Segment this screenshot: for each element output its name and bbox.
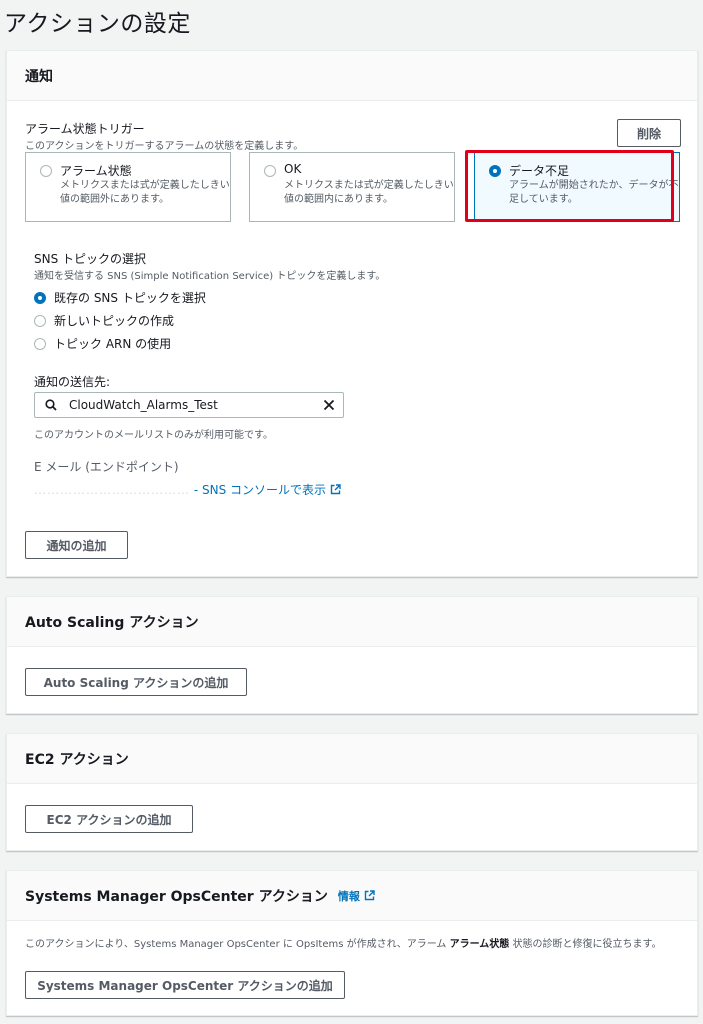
- sns-option-existing[interactable]: 既存の SNS トピックを選択: [34, 289, 206, 306]
- sns-radio-existing[interactable]: [34, 291, 46, 304]
- delete-button[interactable]: 削除: [617, 119, 681, 147]
- autoscaling-panel-title: Auto Scaling アクション: [25, 614, 199, 631]
- sns-option-new[interactable]: 新しいトピックの作成: [34, 312, 174, 329]
- ec2-panel: EC2 アクション EC2 アクションの追加: [6, 733, 698, 851]
- sns-topic-label: SNS トピックの選択: [34, 252, 147, 266]
- send-to-value: CloudWatch_Alarms_Test: [69, 398, 218, 412]
- sns-topic-desc: 通知を受信する SNS (Simple Notification Service…: [34, 271, 386, 282]
- ec2-panel-title: EC2 アクション: [25, 751, 129, 768]
- add-autoscaling-action-button[interactable]: Auto Scaling アクションの追加: [25, 668, 247, 696]
- info-link[interactable]: 情報: [338, 888, 360, 904]
- state-card-desc: メトリクスまたは式が定義したしきい値の範囲内にあります。: [284, 180, 454, 205]
- ec2-panel-header: EC2 アクション: [7, 734, 697, 784]
- send-to-label: 通知の送信先:: [34, 375, 111, 389]
- external-link-icon: [330, 484, 341, 495]
- alarm-state-trigger-label: アラーム状態トリガー: [25, 122, 145, 136]
- state-card-desc: メトリクスまたは式が定義したしきい値の範囲外にあります。: [60, 180, 230, 205]
- opscenter-desc-bold: アラーム状態: [449, 939, 510, 950]
- external-link-icon: [364, 890, 375, 901]
- notification-panel: 通知 アラーム状態トリガー このアクションをトリガーするアラームの状態を定義しま…: [6, 50, 698, 577]
- sns-option-label: トピック ARN の使用: [54, 337, 172, 351]
- alarm-state-trigger-desc: このアクションをトリガーするアラームの状態を定義します。: [25, 141, 304, 152]
- opscenter-panel: Systems Manager OpsCenter アクション 情報 このアクシ…: [6, 870, 698, 1016]
- opscenter-desc: このアクションにより、Systems Manager OpsCenter に O…: [25, 939, 685, 951]
- send-to-search-input[interactable]: CloudWatch_Alarms_Test: [34, 392, 344, 418]
- sns-option-arn[interactable]: トピック ARN の使用: [34, 335, 171, 352]
- email-endpoint-label: E メール (エンドポイント): [34, 460, 179, 474]
- state-card-alarm[interactable]: アラーム状態 メトリクスまたは式が定義したしきい値の範囲外にあります。: [25, 152, 231, 222]
- notification-panel-title: 通知: [25, 68, 53, 85]
- state-card-title: アラーム状態: [60, 164, 132, 178]
- add-notification-button[interactable]: 通知の追加: [25, 531, 128, 559]
- email-endpoint-row: ……………………………… - SNS コンソールで表示: [34, 481, 341, 498]
- opscenter-panel-title: Systems Manager OpsCenter アクション: [25, 888, 328, 905]
- search-icon: [45, 399, 57, 411]
- selection-highlight-box: [465, 150, 674, 222]
- sns-radio-arn[interactable]: [34, 337, 46, 350]
- notification-panel-header: 通知: [7, 51, 697, 101]
- sns-option-label: 新しいトピックの作成: [54, 314, 175, 328]
- add-opscenter-action-button[interactable]: Systems Manager OpsCenter アクションの追加: [25, 971, 345, 999]
- sns-radio-new[interactable]: [34, 314, 46, 327]
- autoscaling-panel-header: Auto Scaling アクション: [7, 597, 697, 647]
- clear-icon[interactable]: [323, 399, 335, 411]
- autoscaling-panel: Auto Scaling アクション Auto Scaling アクションの追加: [6, 596, 698, 714]
- opscenter-desc-part1: このアクションにより、Systems Manager OpsCenter に O…: [25, 939, 450, 950]
- opscenter-desc-part2: 状態の診断と修復に役立ちます。: [509, 939, 662, 950]
- opscenter-panel-header: Systems Manager OpsCenter アクション 情報: [7, 871, 697, 921]
- state-radio-ok[interactable]: [264, 165, 276, 177]
- state-card-title: OK: [284, 162, 302, 176]
- sns-option-label: 既存の SNS トピックを選択: [54, 291, 206, 305]
- add-ec2-action-button[interactable]: EC2 アクションの追加: [25, 805, 193, 833]
- page-title: アクションの設定: [4, 11, 191, 37]
- send-to-help: このアカウントのメールリストのみが利用可能です。: [34, 430, 273, 441]
- state-radio-alarm[interactable]: [40, 165, 52, 177]
- sns-console-link[interactable]: - SNS コンソールで表示: [194, 483, 326, 497]
- state-card-ok[interactable]: OK メトリクスまたは式が定義したしきい値の範囲内にあります。: [249, 152, 455, 222]
- redacted-email: ………………………………: [34, 483, 190, 497]
